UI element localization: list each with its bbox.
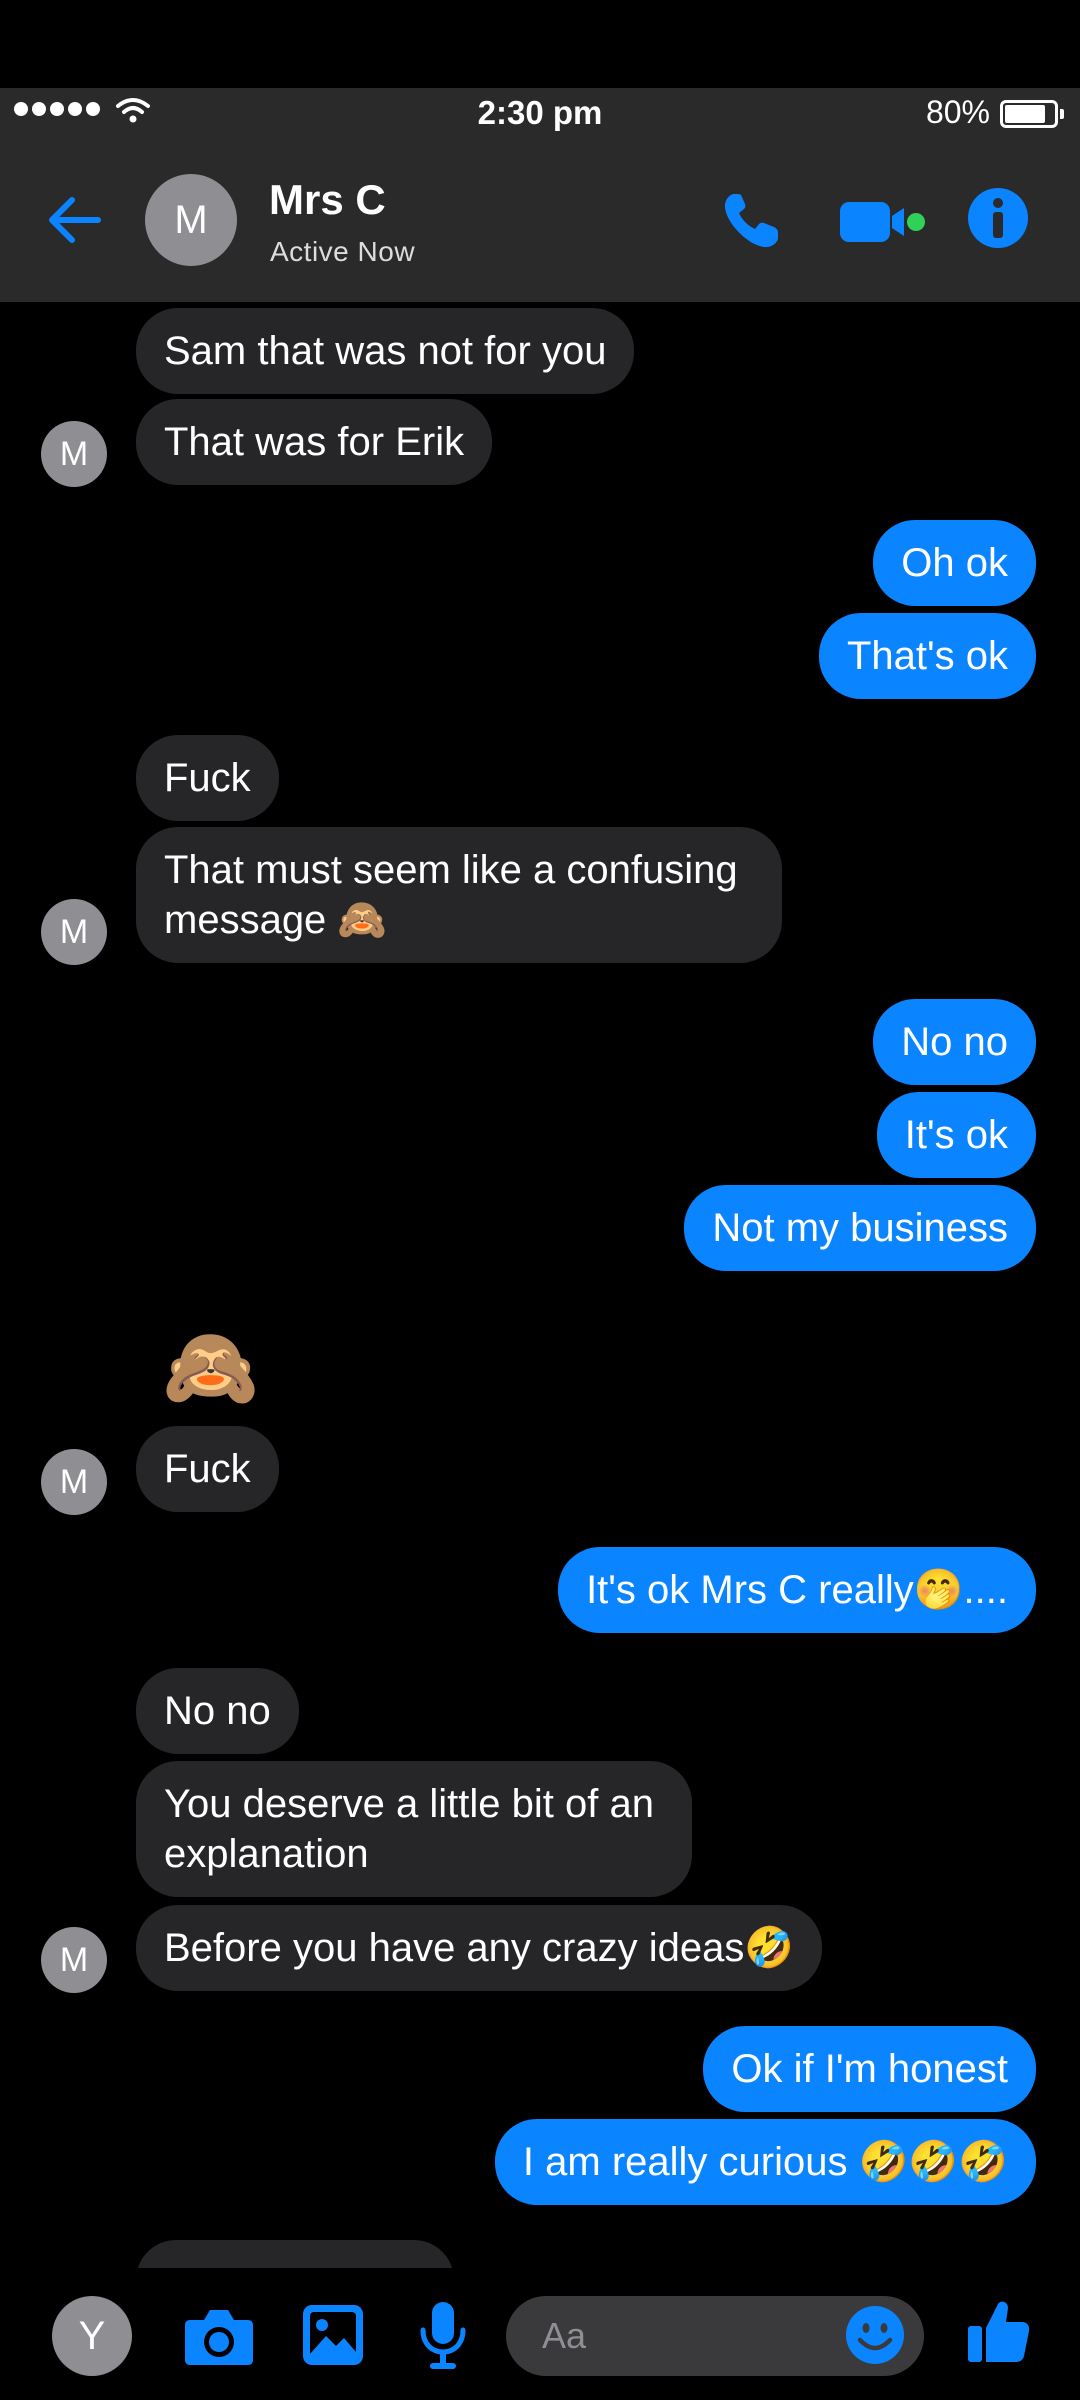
contact-avatar-small[interactable]: M <box>41 1449 107 1515</box>
status-time: 2:30 pm <box>477 94 603 131</box>
thumbs-up-icon[interactable] <box>966 2298 1030 2364</box>
contact-avatar-small[interactable]: M <box>41 899 107 965</box>
conversation-header: M Mrs C Active Now <box>0 140 1080 302</box>
contact-name[interactable]: Mrs C <box>269 176 386 224</box>
message-outgoing[interactable]: That's ok <box>818 613 1036 699</box>
message-incoming[interactable]: You deserve a little bit of an explanati… <box>136 1761 692 1897</box>
message-incoming[interactable]: Before you have any crazy ideas🤣 <box>136 1905 823 1991</box>
message-outgoing[interactable]: I am really curious 🤣🤣🤣 <box>494 2119 1036 2205</box>
message-outgoing[interactable]: It's ok <box>876 1092 1036 1178</box>
top-black-band <box>0 0 1080 88</box>
phone-icon[interactable] <box>720 190 782 252</box>
message-incoming[interactable]: That was for Erik <box>136 399 493 485</box>
microphone-icon[interactable] <box>418 2300 468 2372</box>
message-outgoing[interactable]: Not my business <box>684 1185 1036 1271</box>
battery-icon <box>1000 100 1064 128</box>
info-icon[interactable] <box>966 186 1030 250</box>
message-incoming[interactable]: Fuck <box>136 735 279 821</box>
message-outgoing[interactable]: It's ok Mrs C really🤭.... <box>558 1547 1036 1633</box>
status-bar: 2:30 pm 80% <box>0 88 1080 140</box>
message-list[interactable]: Sam that was not for you That was for Er… <box>0 302 1080 2268</box>
battery-percentage: 80% <box>925 94 990 130</box>
video-camera-icon[interactable] <box>838 198 928 246</box>
composer-bar: Y <box>0 2268 1080 2400</box>
message-incoming[interactable]: Fuck <box>136 1426 279 1512</box>
smiley-icon[interactable] <box>844 2304 906 2366</box>
message-incoming-partial[interactable] <box>136 2240 454 2268</box>
emoji-message[interactable]: 🙈 <box>162 1322 259 1412</box>
contact-avatar-small[interactable]: M <box>41 1927 107 1993</box>
message-incoming[interactable]: That must seem like a confusing message … <box>136 827 782 963</box>
camera-icon[interactable] <box>184 2306 254 2366</box>
back-arrow-icon[interactable] <box>44 192 104 248</box>
user-avatar[interactable]: Y <box>52 2296 132 2376</box>
message-outgoing[interactable]: Ok if I'm honest <box>703 2026 1036 2112</box>
message-outgoing[interactable]: No no <box>873 999 1036 1085</box>
contact-avatar[interactable]: M <box>145 174 237 266</box>
message-incoming[interactable]: Sam that was not for you <box>136 308 635 394</box>
contact-avatar-small[interactable]: M <box>41 421 107 487</box>
message-input[interactable] <box>542 2314 842 2358</box>
active-status: Active Now <box>270 236 416 267</box>
message-outgoing[interactable]: Oh ok <box>873 520 1036 606</box>
message-incoming[interactable]: No no <box>136 1668 299 1754</box>
gallery-icon[interactable] <box>302 2304 364 2366</box>
message-composer[interactable] <box>506 2296 924 2376</box>
